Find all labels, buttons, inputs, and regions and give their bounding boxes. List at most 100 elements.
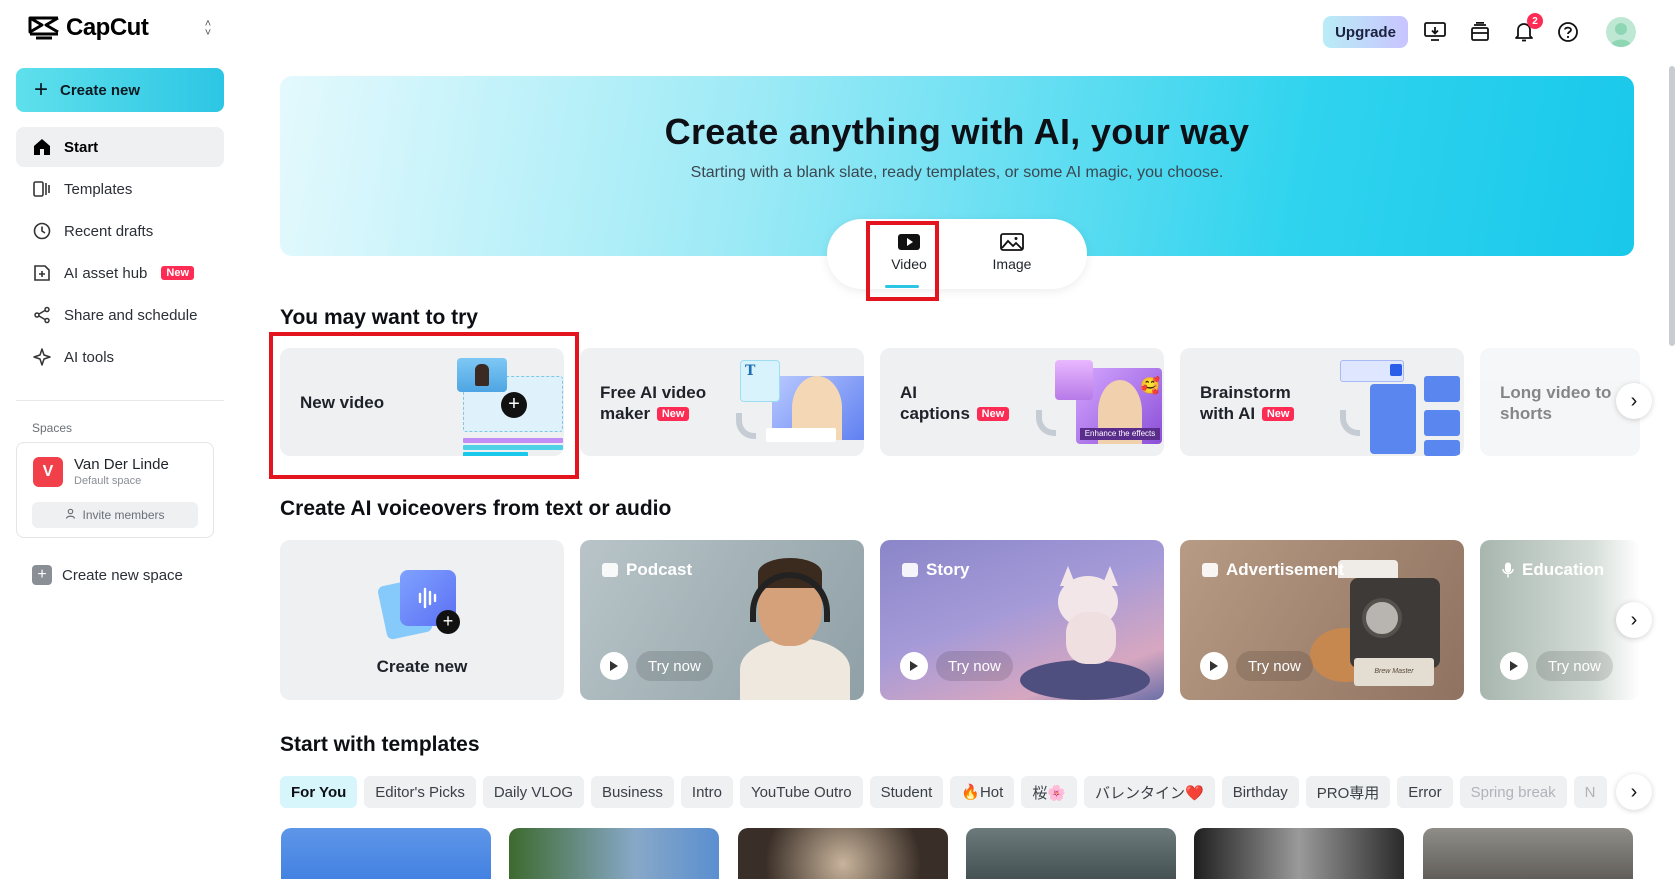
sidebar-item-label: Recent drafts bbox=[64, 222, 154, 240]
chip-partial[interactable]: N bbox=[1573, 776, 1607, 808]
chip-intro[interactable]: Intro bbox=[680, 776, 733, 808]
image-icon bbox=[1000, 233, 1024, 251]
chip-for-you[interactable]: For You bbox=[280, 776, 358, 808]
new-video-card[interactable]: New video + bbox=[280, 348, 564, 456]
help-icon[interactable] bbox=[1556, 20, 1580, 44]
chip-youtube-outro[interactable]: YouTube Outro bbox=[739, 776, 863, 808]
try-now-button[interactable]: Try now bbox=[936, 651, 1013, 681]
template-thumbnail[interactable] bbox=[1423, 828, 1633, 879]
chip-daily-vlog[interactable]: Daily VLOG bbox=[482, 776, 585, 808]
invite-members-label: Invite members bbox=[82, 508, 165, 522]
sidebar-item-templates[interactable]: Templates bbox=[16, 169, 224, 209]
new-video-illustration: + bbox=[457, 358, 563, 456]
active-tab-indicator bbox=[885, 285, 919, 288]
tab-video[interactable]: Video bbox=[874, 233, 944, 272]
chip-birthday[interactable]: Birthday bbox=[1221, 776, 1299, 808]
new-badge: New bbox=[1261, 407, 1295, 421]
space-card[interactable]: V Van Der Linde Default space Invite mem… bbox=[16, 442, 214, 538]
chevron-right-icon: › bbox=[1630, 389, 1638, 412]
sidebar-item-ai-asset-hub[interactable]: AI asset hub New bbox=[16, 253, 224, 293]
sidebar-item-ai-tools[interactable]: AI tools bbox=[16, 337, 224, 377]
create-new-button[interactable]: + Create new bbox=[16, 68, 224, 112]
chip-valentine[interactable]: バレンタイン❤️ bbox=[1084, 776, 1215, 808]
page-scrollbar[interactable] bbox=[1669, 66, 1675, 346]
sidebar-item-share-schedule[interactable]: Share and schedule bbox=[16, 295, 224, 335]
voiceover-create-new-card[interactable]: + Create new bbox=[280, 540, 564, 700]
play-button[interactable] bbox=[600, 652, 628, 680]
plus-icon: + bbox=[32, 565, 52, 585]
caption-overlay-text: Enhance the effects bbox=[1080, 428, 1160, 440]
free-ai-video-maker-card[interactable]: Free AI video maker New T bbox=[580, 348, 864, 456]
asset-hub-icon bbox=[32, 263, 52, 283]
chip-error[interactable]: Error bbox=[1397, 776, 1453, 808]
create-new-label: Create new bbox=[60, 81, 141, 99]
sidebar-divider bbox=[16, 400, 224, 401]
voiceover-next-button[interactable]: › bbox=[1616, 602, 1652, 638]
share-icon bbox=[32, 305, 52, 325]
chip-student[interactable]: Student bbox=[869, 776, 944, 808]
template-thumbnail[interactable] bbox=[1194, 828, 1404, 879]
chip-business[interactable]: Business bbox=[591, 776, 674, 808]
text-tag-icon bbox=[602, 563, 618, 577]
template-thumbnail[interactable] bbox=[738, 828, 948, 879]
sidebar-item-start[interactable]: Start bbox=[16, 127, 224, 167]
ai-captions-card[interactable]: AI captions New Enhance the effects 🥰 bbox=[880, 348, 1164, 456]
play-button[interactable] bbox=[1500, 652, 1528, 680]
create-new-label: Create new bbox=[376, 657, 468, 676]
notification-count-badge: 2 bbox=[1527, 13, 1543, 29]
invite-members-button[interactable]: Invite members bbox=[32, 502, 198, 528]
play-button[interactable] bbox=[900, 652, 928, 680]
try-now-button[interactable]: Try now bbox=[1536, 651, 1613, 681]
brainstorm-with-ai-card[interactable]: Brainstorm with AI New bbox=[1180, 348, 1464, 456]
tab-image[interactable]: Image bbox=[977, 233, 1047, 272]
machine-label-text: Brew Master bbox=[1354, 658, 1434, 686]
play-button[interactable] bbox=[1200, 652, 1228, 680]
card-label: New video bbox=[300, 393, 385, 412]
chip-sakura[interactable]: 桜🌸 bbox=[1021, 776, 1078, 808]
chip-hot[interactable]: 🔥Hot bbox=[950, 776, 1015, 808]
new-badge: New bbox=[976, 407, 1010, 421]
voiceover-advertisement-card[interactable]: Brew Master Advertisement Try now bbox=[1180, 540, 1464, 700]
user-avatar[interactable] bbox=[1606, 17, 1636, 47]
card-label: Brainstorm with AI New bbox=[1200, 382, 1295, 425]
capcut-logo[interactable]: CapCut bbox=[28, 14, 149, 42]
card-label: Free AI video maker New bbox=[600, 383, 707, 423]
template-thumbnail[interactable] bbox=[509, 828, 719, 879]
new-badge: New bbox=[161, 266, 195, 280]
chip-editors-picks[interactable]: Editor's Picks bbox=[364, 776, 476, 808]
template-thumbnail[interactable] bbox=[966, 828, 1176, 879]
ai-captions-illustration: Enhance the effects 🥰 bbox=[1036, 358, 1164, 456]
try-now-button[interactable]: Try now bbox=[1236, 651, 1313, 681]
story-cat-image bbox=[1020, 552, 1150, 700]
voiceover-story-card[interactable]: Story Try now bbox=[880, 540, 1164, 700]
hero-title: Create anything with AI, your way bbox=[664, 111, 1250, 152]
workspace-switch-icon[interactable]: ˄ ˅ bbox=[200, 19, 216, 39]
podcast-person-image bbox=[730, 558, 850, 700]
space-name: Van Der Linde bbox=[74, 456, 169, 473]
sparkle-icon bbox=[32, 347, 52, 367]
sidebar-item-recent-drafts[interactable]: Recent drafts bbox=[16, 211, 224, 251]
layers-icon[interactable] bbox=[1468, 20, 1492, 44]
template-thumbnail[interactable] bbox=[281, 828, 491, 879]
try-next-button[interactable]: › bbox=[1616, 383, 1652, 419]
tab-label: Video bbox=[891, 256, 927, 272]
create-new-space-label: Create new space bbox=[62, 566, 183, 584]
templates-next-button[interactable]: › bbox=[1616, 774, 1652, 810]
space-avatar: V bbox=[33, 457, 63, 487]
upgrade-button[interactable]: Upgrade bbox=[1323, 16, 1408, 48]
card-title: Story bbox=[902, 560, 969, 580]
sidebar: CapCut ˄ ˅ + Create new Start Templates R… bbox=[0, 0, 240, 879]
voiceover-podcast-card[interactable]: Podcast Try now bbox=[580, 540, 864, 700]
person-icon bbox=[65, 508, 76, 522]
app-name: CapCut bbox=[66, 14, 149, 41]
chevron-right-icon: › bbox=[1630, 608, 1638, 631]
try-now-button[interactable]: Try now bbox=[636, 651, 713, 681]
chip-pro[interactable]: PRO専用 bbox=[1305, 776, 1391, 808]
sidebar-item-label: AI asset hub bbox=[64, 264, 148, 282]
chip-spring-break[interactable]: Spring break bbox=[1459, 776, 1567, 808]
video-play-icon bbox=[898, 234, 920, 250]
create-new-space-button[interactable]: + Create new space bbox=[32, 565, 183, 585]
desktop-download-icon[interactable] bbox=[1423, 20, 1447, 44]
spaces-heading: Spaces bbox=[32, 421, 73, 435]
audio-wave-icon: + bbox=[376, 570, 462, 641]
